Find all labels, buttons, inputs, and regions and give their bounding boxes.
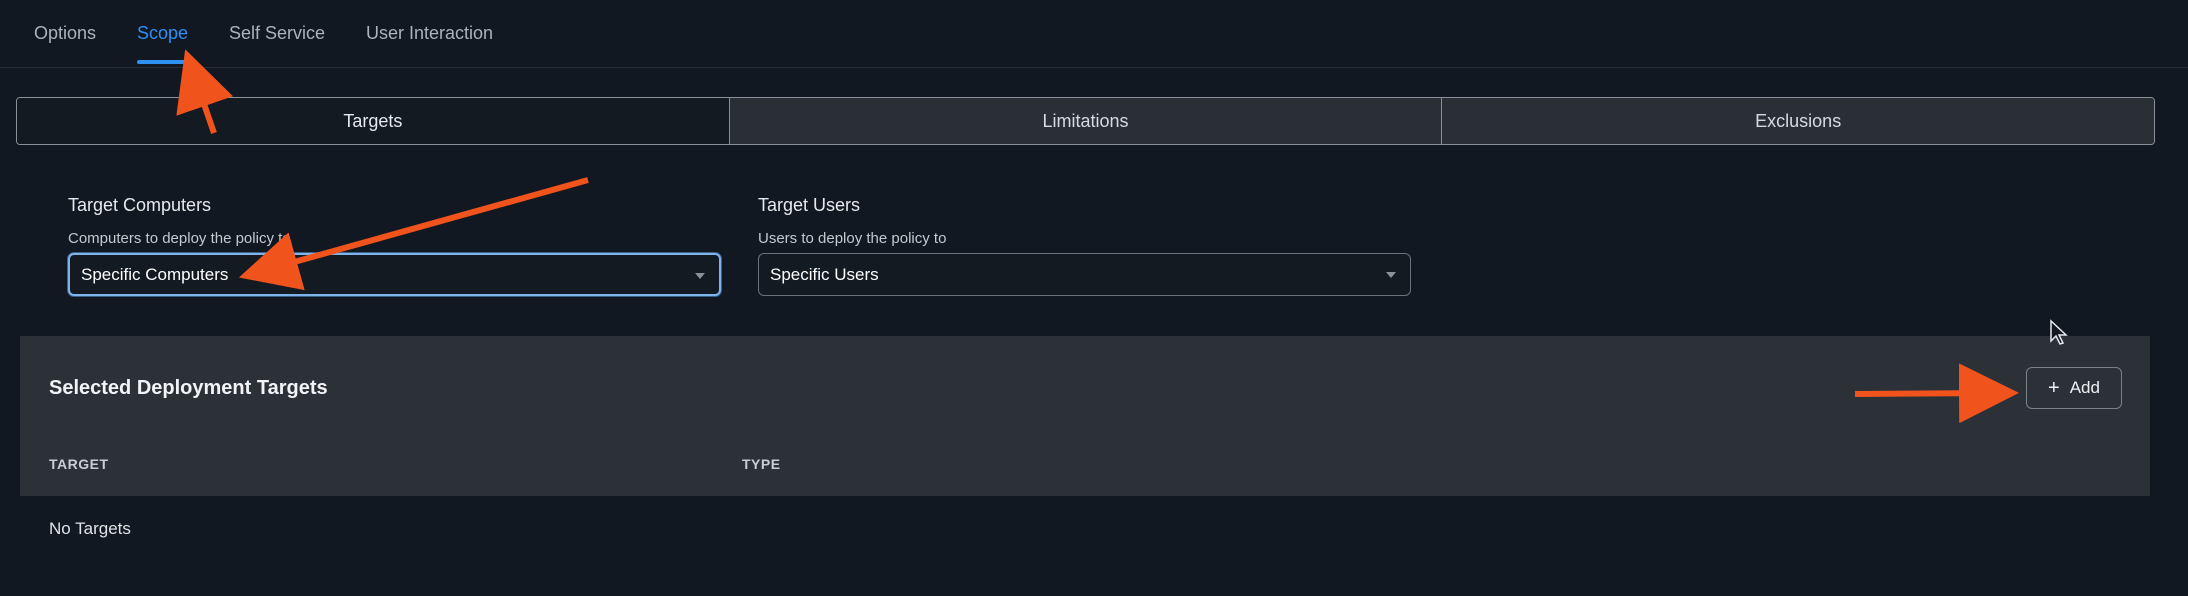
segment-limitations[interactable]: Limitations bbox=[728, 98, 1442, 144]
target-users-select[interactable]: Specific Users bbox=[758, 253, 1411, 296]
plus-icon: + bbox=[2048, 377, 2060, 399]
active-tab-indicator bbox=[137, 60, 189, 64]
target-users-value: Specific Users bbox=[770, 264, 879, 284]
target-users-field: Target Users Users to deploy the policy … bbox=[758, 195, 1411, 296]
add-button-label: Add bbox=[2069, 378, 2100, 397]
segment-exclusions[interactable]: Exclusions bbox=[1441, 98, 2154, 144]
annotation-overlay bbox=[176, 49, 2068, 424]
tab-options[interactable]: Options bbox=[34, 23, 96, 44]
target-users-help: Users to deploy the policy to bbox=[758, 230, 947, 247]
target-computers-help: Computers to deploy the policy to bbox=[68, 230, 291, 247]
tab-scope[interactable]: Scope bbox=[137, 23, 188, 44]
tab-self-service[interactable]: Self Service bbox=[229, 23, 325, 44]
tab-user-interaction[interactable]: User Interaction bbox=[366, 23, 493, 44]
target-computers-field: Target Computers Computers to deploy the… bbox=[68, 195, 721, 296]
segment-targets[interactable]: Targets bbox=[17, 98, 729, 144]
target-users-label: Target Users bbox=[758, 195, 861, 215]
column-header-target[interactable]: TARGET bbox=[49, 456, 109, 472]
target-computers-value: Specific Computers bbox=[81, 264, 229, 284]
target-computers-select[interactable]: Specific Computers bbox=[68, 253, 721, 296]
deployment-targets-panel: Selected Deployment Targets + Add TARGET… bbox=[20, 336, 2150, 496]
chevron-down-icon bbox=[1386, 272, 1396, 278]
column-header-type[interactable]: TYPE bbox=[742, 456, 781, 472]
top-tab-bar: Options Scope Self Service User Interact… bbox=[0, 0, 2188, 68]
add-target-button[interactable]: + Add bbox=[2026, 367, 2122, 409]
chevron-down-icon bbox=[695, 273, 705, 279]
empty-state-text: No Targets bbox=[49, 519, 131, 538]
scope-segmented-control: Targets Limitations Exclusions bbox=[16, 97, 2155, 145]
scope-page: Options Scope Self Service User Interact… bbox=[0, 0, 2188, 596]
deployment-targets-title: Selected Deployment Targets bbox=[49, 377, 328, 399]
target-computers-label: Target Computers bbox=[68, 195, 212, 215]
